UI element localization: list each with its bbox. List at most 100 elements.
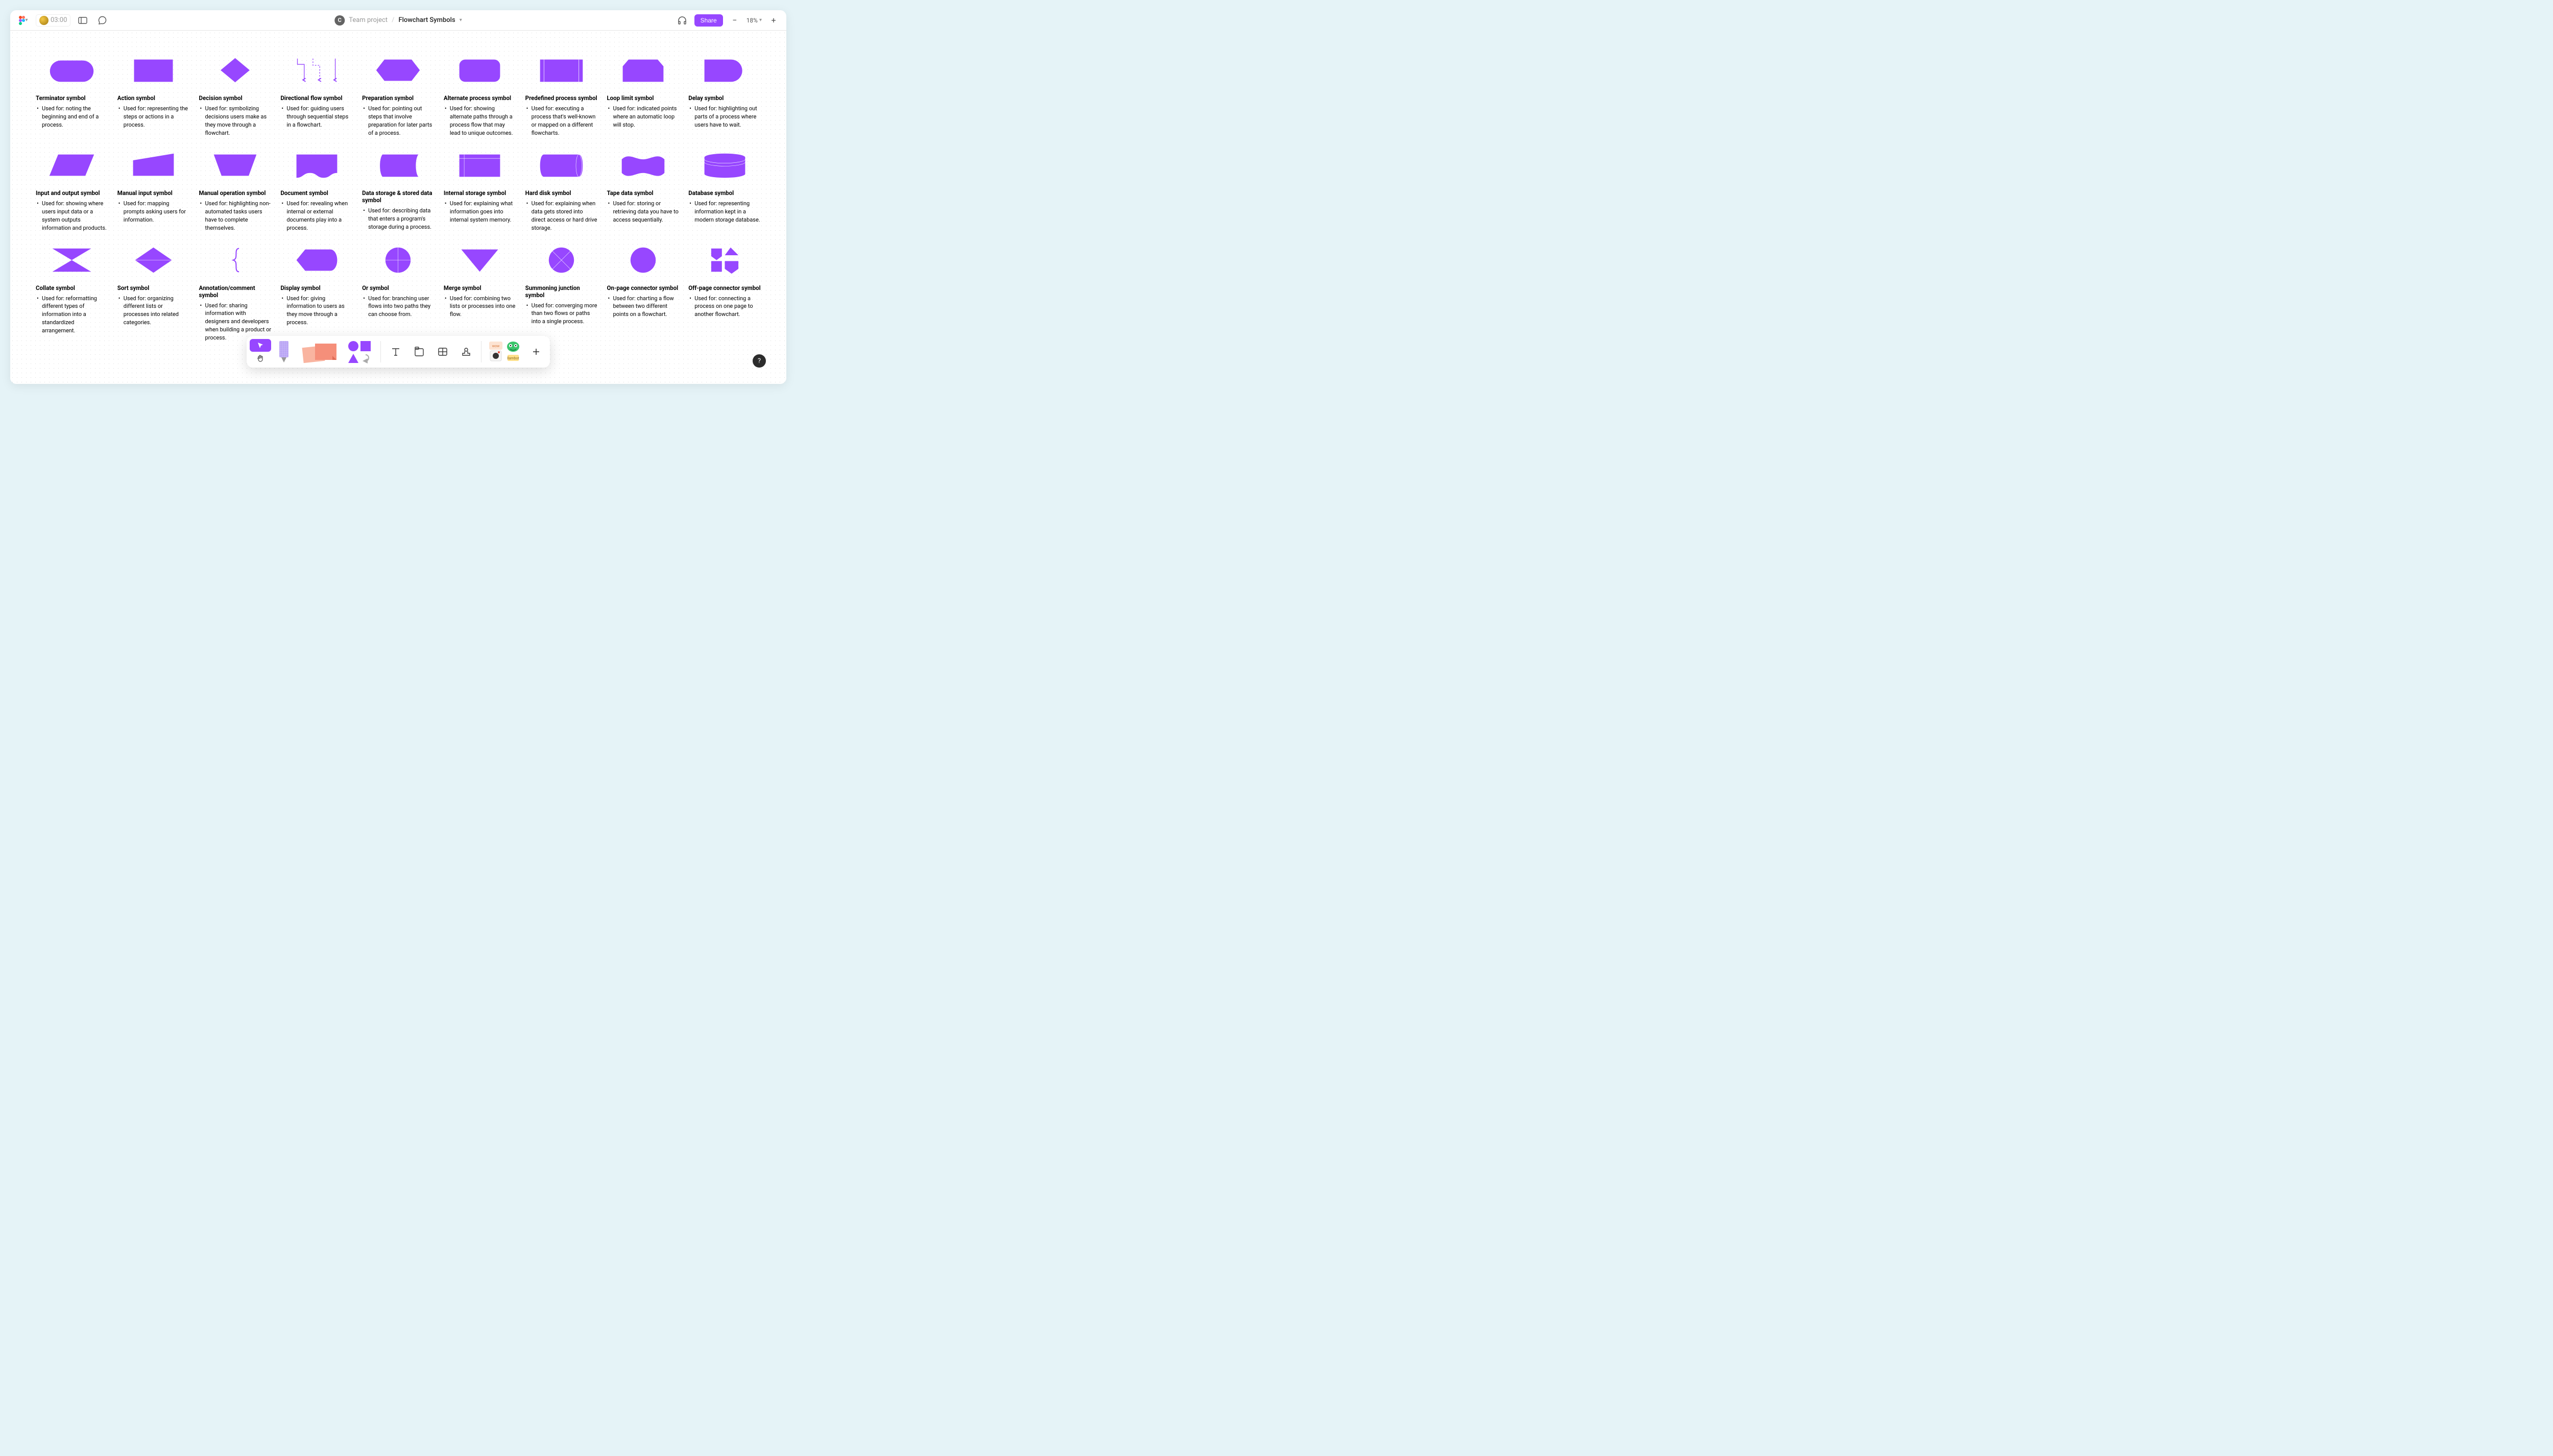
symbol-desc: Used for: symbolizing decisions users ma… (199, 105, 272, 137)
symbol-cell-hard-disk: Hard disk symbol Used for: explaining wh… (525, 149, 598, 232)
symbol-title: Manual input symbol (117, 189, 190, 197)
symbol-title: Sort symbol (117, 284, 190, 292)
symbol-cell-predefined: Predefined process symbol Used for: exec… (525, 54, 598, 137)
database-shape (688, 149, 761, 182)
bottom-toolbar: wow llambot (247, 336, 550, 368)
toolbar-left: ▾ 03:00 (16, 13, 109, 28)
symbol-title: Directional flow symbol (280, 94, 353, 102)
symbol-desc: Used for: giving information to users as… (280, 295, 353, 327)
loop-limit-shape (607, 54, 679, 87)
symbol-desc: Used for: showing alternate paths throug… (444, 105, 516, 137)
symbol-title: Internal storage symbol (444, 189, 516, 197)
alternate-process-shape (444, 54, 516, 87)
section-tool[interactable] (408, 339, 430, 365)
timer-widget[interactable]: 03:00 (36, 14, 70, 27)
comments-button[interactable] (95, 13, 109, 28)
symbol-title: Collate symbol (36, 284, 108, 292)
headphones-button[interactable] (675, 13, 689, 28)
stamp-tool[interactable] (455, 339, 477, 365)
symbol-desc: Used for: combining two lists or process… (444, 295, 516, 319)
canvas[interactable]: Terminator symbol Used for: noting the b… (10, 31, 786, 384)
symbol-title: Off-page connector symbol (688, 284, 761, 292)
internal-storage-shape (444, 149, 516, 182)
zoom-level[interactable]: 18% ▾ (746, 17, 762, 24)
symbol-desc: Used for: highlighting out parts of a pr… (688, 105, 761, 129)
symbol-cell-manual-input: Manual input symbol Used for: mapping pr… (117, 149, 190, 232)
tape-data-shape (607, 149, 679, 182)
on-page-connector-shape (607, 244, 679, 277)
file-name[interactable]: Flowchart Symbols (398, 16, 455, 24)
terminator-shape (36, 54, 108, 87)
svg-text:llambot: llambot (507, 356, 519, 360)
share-button[interactable]: Share (694, 14, 723, 27)
symbol-cell-internal-storage: Internal storage symbol Used for: explai… (444, 149, 516, 232)
symbol-cell-collate: Collate symbol Used for: reformatting di… (36, 244, 108, 343)
preparation-shape (362, 54, 435, 87)
timer-value: 03:00 (51, 16, 67, 24)
symbol-title: Hard disk symbol (525, 189, 598, 197)
hand-tool[interactable] (250, 352, 271, 365)
merge-shape (444, 244, 516, 277)
symbol-desc: Used for: noting the beginning and end o… (36, 105, 108, 129)
sticker-monster[interactable]: llambot (505, 340, 521, 363)
symbol-title: Terminator symbol (36, 94, 108, 102)
symbol-desc: Used for: representing information kept … (688, 200, 761, 224)
symbol-cell-preparation: Preparation symbol Used for: pointing ou… (362, 54, 435, 137)
pointer-tool-group (250, 339, 271, 365)
action-shape (117, 54, 190, 87)
team-name[interactable]: Team project (349, 16, 388, 24)
symbol-title: Document symbol (280, 189, 353, 197)
text-tool[interactable] (385, 339, 406, 365)
symbol-desc: Used for: guiding users through sequenti… (280, 105, 353, 129)
symbol-grid: Terminator symbol Used for: noting the b… (36, 54, 761, 342)
symbol-title: Summoning junction symbol (525, 284, 598, 299)
display-shape (280, 244, 353, 277)
file-menu-chevron-icon[interactable]: ▾ (460, 17, 462, 23)
sticker-tray: wow llambot (486, 340, 523, 363)
symbol-title: Loop limit symbol (607, 94, 679, 102)
figma-menu-button[interactable]: ▾ (16, 13, 31, 28)
symbol-desc: Used for: connecting a process on one pa… (688, 295, 761, 319)
symbol-desc: Used for: executing a process that's wel… (525, 105, 598, 137)
help-button[interactable]: ? (753, 354, 766, 368)
symbol-desc: Used for: describing data that enters a … (362, 207, 435, 231)
symbol-cell-annotation: Annotation/comment symbol Used for: shar… (199, 244, 272, 343)
symbol-title: Input and output symbol (36, 189, 108, 197)
document-shape (280, 149, 353, 182)
symbol-cell-directional: Directional flow symbol Used for: guidin… (280, 54, 353, 137)
symbol-cell-data-storage: Data storage & stored data symbol Used f… (362, 149, 435, 232)
symbol-cell-display: Display symbol Used for: giving informat… (280, 244, 353, 343)
symbol-desc: Used for: highlighting non-automated tas… (199, 200, 272, 232)
symbol-cell-onpage: On-page connector symbol Used for: chart… (607, 244, 679, 343)
data-storage-shape (362, 149, 435, 182)
toolbar-separator (380, 341, 381, 362)
symbol-title: Preparation symbol (362, 94, 435, 102)
user-avatar[interactable]: C (334, 15, 345, 26)
symbol-desc: Used for: charting a flow between two di… (607, 295, 679, 319)
table-tool[interactable] (432, 339, 453, 365)
symbol-desc: Used for: revealing when internal or ext… (280, 200, 353, 232)
symbol-title: Merge symbol (444, 284, 516, 292)
symbol-desc: Used for: mapping prompts asking users f… (117, 200, 190, 224)
symbol-title: On-page connector symbol (607, 284, 679, 292)
symbol-cell-merge: Merge symbol Used for: combining two lis… (444, 244, 516, 343)
zoom-in-button[interactable]: + (767, 14, 780, 27)
symbol-title: Action symbol (117, 94, 190, 102)
manual-input-shape (117, 149, 190, 182)
marker-tool[interactable] (273, 339, 295, 365)
add-tool-button[interactable] (525, 339, 547, 365)
symbol-cell-decision: Decision symbol Used for: symbolizing de… (199, 54, 272, 137)
sticky-note-tool[interactable] (297, 339, 343, 365)
select-tool[interactable] (250, 339, 271, 352)
off-page-connector-shape (688, 244, 761, 277)
shape-tool[interactable] (345, 339, 376, 365)
symbol-title: Predefined process symbol (525, 94, 598, 102)
symbol-cell-junction: Summoning junction symbol Used for: conv… (525, 244, 598, 343)
directional-flow-shape (280, 54, 353, 87)
zoom-out-button[interactable]: − (728, 14, 741, 27)
symbol-title: Decision symbol (199, 94, 272, 102)
panel-toggle-button[interactable] (76, 13, 90, 28)
sticker-camera[interactable]: wow (488, 340, 504, 363)
manual-operation-shape (199, 149, 272, 182)
annotation-shape (199, 244, 272, 277)
